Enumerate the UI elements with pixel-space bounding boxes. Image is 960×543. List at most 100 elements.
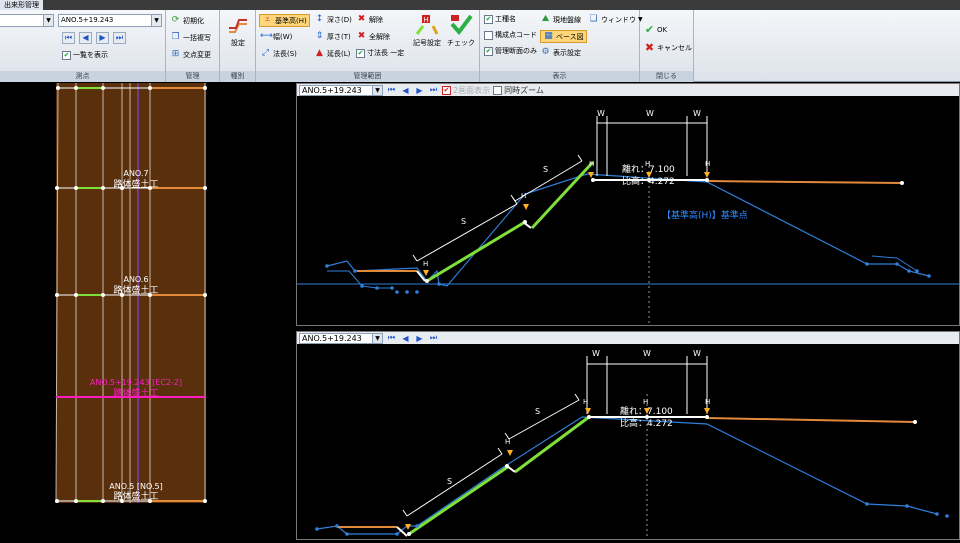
checkbox-icon[interactable]: ✔ bbox=[62, 50, 71, 60]
cancel-button[interactable]: ✖ キャンセル bbox=[644, 42, 692, 53]
section-canvas-top[interactable]: W W W S S H H H H H 離れ：7.100 比高：4.272 【基… bbox=[297, 96, 959, 325]
next-station-icon[interactable]: ▶ bbox=[414, 334, 425, 343]
extension-button[interactable]: ▲ 延長(L) bbox=[314, 48, 350, 59]
dim-h-1: H bbox=[589, 160, 594, 168]
section-canvas-bottom[interactable]: W W W S S H H H H 離れ：7.100 比高：4.272 bbox=[297, 344, 959, 539]
checkbox-icon[interactable]: ✔ bbox=[442, 85, 451, 95]
current-ground-toggle[interactable]: ⛰ 現地盤線 bbox=[540, 14, 581, 25]
type-label: 路体盛土工 bbox=[113, 490, 158, 502]
release-x-icon: ✖ bbox=[357, 14, 366, 24]
crown-line-right bbox=[706, 180, 903, 184]
section-view-top[interactable]: ANO.5+19.243 ▼ ⏮ ◀ ▶ ⏭ ✔ 2画面表示 同時ズーム W W… bbox=[296, 83, 960, 326]
settings-button[interactable]: 設定 bbox=[224, 14, 252, 48]
plan-view-pane[interactable]: ANO.7 路体盛土工 ANO.6 路体盛土工 ANO.5+19.243 [EC… bbox=[0, 82, 294, 540]
base-diagram-icon: ▦ bbox=[544, 31, 553, 41]
checkbox-icon[interactable] bbox=[484, 30, 493, 40]
next-station-button[interactable]: ▶ bbox=[96, 32, 109, 44]
prev-station-button[interactable]: ◀ bbox=[79, 32, 92, 44]
first-station-button[interactable]: ⏮ bbox=[62, 32, 75, 44]
chevron-down-icon[interactable]: ▼ bbox=[43, 15, 53, 26]
ribbon-group-display: ✔ 工種名 構成点コード ✔ 管理断面のみ ⛰ 現地盤線 ▦ ベース図 ⚙ 表示設定 ❏ ウ… bbox=[480, 10, 643, 82]
checkbox-icon[interactable]: ✔ bbox=[484, 46, 493, 56]
dim-h-3: H bbox=[705, 160, 710, 168]
copy-icon: ❐ bbox=[171, 32, 180, 42]
group-caption-kind: 種別 bbox=[220, 71, 255, 82]
view-station-combo[interactable]: ANO.5+19.243 ▼ bbox=[299, 332, 383, 344]
section-view-bottom[interactable]: ANO.5+19.243 ▼ ⏮ ◀ ▶ ⏭ W W W S S H H H H… bbox=[296, 331, 960, 540]
chevron-down-icon[interactable]: ▼ bbox=[372, 333, 382, 343]
width-arrow-icon: ⟷ bbox=[260, 31, 273, 41]
dim-s-lower: S bbox=[461, 217, 466, 226]
next-station-icon[interactable]: ▶ bbox=[414, 86, 425, 95]
dim-w-right: W bbox=[693, 109, 701, 118]
slope-green-lower bbox=[426, 220, 526, 283]
construction-name-toggle[interactable]: ✔ 工種名 bbox=[484, 14, 516, 24]
release-all-button[interactable]: ✖ 全解除 bbox=[356, 31, 390, 42]
init-button[interactable]: ⟳ 初期化 bbox=[170, 15, 204, 26]
plan-view-canvas[interactable]: ANO.7 路体盛土工 ANO.6 路体盛土工 ANO.5+19.243 [EC… bbox=[0, 82, 294, 540]
dim-h-4: H bbox=[505, 438, 510, 446]
base-diagram-toggle[interactable]: ▦ ベース図 bbox=[540, 30, 587, 43]
checkbox-icon[interactable]: ✔ bbox=[484, 14, 493, 24]
group-caption-survey: 測点 bbox=[0, 71, 165, 82]
first-station-icon[interactable]: ⏮ bbox=[386, 333, 397, 343]
symbol-settings-icon: H bbox=[415, 15, 439, 35]
thickness-button[interactable]: ⇕ 厚さ(T) bbox=[314, 31, 351, 42]
last-station-icon[interactable]: ⏭ bbox=[428, 85, 439, 95]
width-button[interactable]: ⟷ 幅(W) bbox=[260, 31, 292, 42]
station-combo-left[interactable]: ▼ bbox=[0, 14, 54, 27]
checkbox-icon[interactable] bbox=[493, 85, 503, 95]
check-button[interactable]: チェック bbox=[446, 14, 476, 48]
ribbon-group-close: ✔ OK ✖ キャンセル 閉じる bbox=[640, 10, 694, 82]
last-station-button[interactable]: ⏭ bbox=[113, 32, 126, 44]
survey-points bbox=[315, 502, 949, 536]
offset-readout: 離れ：7.100 bbox=[622, 163, 675, 175]
chevron-down-icon[interactable]: ▼ bbox=[151, 15, 161, 26]
sync-zoom-toggle[interactable]: 同時ズーム bbox=[493, 85, 544, 96]
title-tab[interactable]: 出来形管理 bbox=[0, 0, 43, 10]
group-caption-close: 閉じる bbox=[640, 71, 693, 82]
base-height-icon: ⩡ bbox=[264, 15, 271, 25]
list-display-toggle[interactable]: ✔ 一覧を表示 bbox=[62, 50, 108, 60]
type-label-current: 路体盛土工 bbox=[113, 387, 158, 399]
intersection-change-button[interactable]: ⊞ 交点変更 bbox=[170, 49, 211, 60]
slope-green-upper bbox=[530, 160, 595, 230]
station-combo[interactable]: ANO.5+19.243 ▼ bbox=[58, 14, 162, 27]
checkbox-icon[interactable]: ✔ bbox=[356, 48, 365, 58]
station-label-current: ANO.5+19.243 [EC2-2] bbox=[90, 378, 182, 387]
manage-section-only-toggle[interactable]: ✔ 管理断面のみ bbox=[484, 46, 537, 56]
structure-code-toggle[interactable]: 構成点コード bbox=[484, 30, 537, 40]
dim-w-left: W bbox=[592, 349, 600, 358]
prev-station-icon[interactable]: ◀ bbox=[400, 334, 411, 343]
ribbon-group-manage: ⟳ 初期化 ❐ 一括複写 ⊞ 交点変更 管理 bbox=[166, 10, 220, 82]
depth-button[interactable]: ↕ 深さ(D) bbox=[314, 14, 352, 25]
chevron-down-icon[interactable]: ▼ bbox=[372, 85, 382, 95]
dim-h-4: H bbox=[521, 192, 526, 200]
two-view-toggle[interactable]: ✔ 2画面表示 bbox=[442, 85, 490, 96]
dim-const-toggle[interactable]: ✔ 寸法長 一定 bbox=[356, 48, 404, 58]
release-button[interactable]: ✖ 解除 bbox=[356, 14, 383, 25]
window-dropdown[interactable]: ❏ ウィンドウ ▼ bbox=[588, 14, 642, 25]
ok-check-icon: ✔ bbox=[644, 23, 655, 36]
annotation-label: 【基準高(H)】基準点 bbox=[662, 209, 748, 221]
crown-line-right bbox=[706, 417, 916, 423]
height-readout: 比高：4.272 bbox=[620, 417, 673, 429]
display-settings-button[interactable]: ⚙ 表示設定 bbox=[540, 47, 581, 58]
prev-station-icon[interactable]: ◀ bbox=[400, 86, 411, 95]
station-label: ANO.5 [NO.5] bbox=[109, 482, 162, 491]
batch-copy-button[interactable]: ❐ 一括複写 bbox=[170, 32, 211, 43]
symbol-settings-button[interactable]: H 記号設定 bbox=[412, 14, 442, 48]
view-station-combo[interactable]: ANO.5+19.243 ▼ bbox=[299, 84, 383, 96]
type-label: 路体盛土工 bbox=[113, 284, 158, 296]
slope-length-button[interactable]: ⤢ 法長(S) bbox=[260, 48, 297, 59]
first-station-icon[interactable]: ⏮ bbox=[386, 85, 397, 95]
dim-s-upper: S bbox=[543, 165, 548, 174]
release-all-x-icon: ✖ bbox=[357, 31, 366, 41]
dim-h-1: H bbox=[583, 398, 588, 406]
dim-w-right: W bbox=[693, 349, 701, 358]
ok-button[interactable]: ✔ OK bbox=[644, 24, 667, 35]
ground-line-icon: ⛰ bbox=[541, 14, 550, 24]
last-station-icon[interactable]: ⏭ bbox=[428, 333, 439, 343]
dim-h-3: H bbox=[705, 398, 710, 406]
base-height-button[interactable]: ⩡ 基準高(H) bbox=[259, 14, 310, 27]
